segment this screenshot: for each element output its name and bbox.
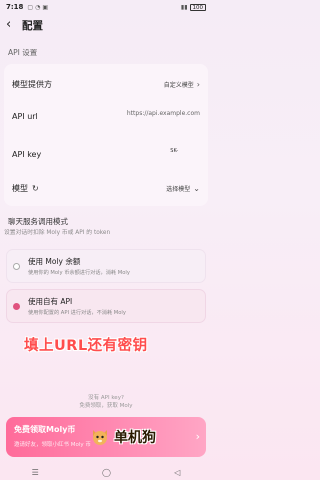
provider-value-text: 自定义模型 [163, 81, 194, 89]
option-own-api[interactable]: 使用自有 API 使用你配置的 API 进行对话，不消耗 Moly [6, 289, 206, 323]
chevron-right-icon: › [196, 79, 200, 89]
provider-value: 自定义模型 › [164, 80, 200, 89]
hint-line-2[interactable]: 免费领取，获取 Moly [0, 401, 212, 409]
screen-icon: ▣ [42, 3, 49, 11]
watermark-text: 单机狗 [114, 430, 156, 446]
hint-line-1[interactable]: 没有 API key? [0, 393, 212, 401]
model-row[interactable]: 模型 ↻ 选择模型 ⌄ [4, 174, 208, 202]
signal-icon: ▮▮ [180, 3, 188, 11]
chevron-right-icon: › [195, 430, 200, 443]
api-key-input[interactable]: SK- [170, 148, 178, 154]
page-title: 配置 [22, 19, 43, 32]
api-key-label: API key [12, 149, 42, 159]
option-desc: 使用你配置的 API 进行对话，不消耗 Moly [28, 310, 126, 316]
refresh-icon[interactable]: ↻ [32, 184, 39, 193]
status-left-icons: ▢ ◔ ▣ [27, 4, 48, 11]
status-right-icons: ▮▮ 100 [180, 3, 206, 11]
mascot-icon [93, 430, 107, 445]
model-select-text: 选择模型 [166, 185, 191, 193]
battery-icon: 100 [189, 3, 206, 11]
model-label: 模型 [12, 183, 28, 193]
option-moly-balance[interactable]: 使用 Moly 余额 使用你的 Moly 币余额进行对话，消耗 Moly [6, 249, 206, 283]
api-url-label: API url [12, 111, 38, 121]
chevron-down-icon: ⌄ [193, 183, 200, 193]
promo-desc: 邀请好友，领取小红书 Moly 币 [14, 442, 91, 448]
back-icon[interactable]: ◁ [174, 468, 180, 477]
api-url-input[interactable]: https://api.example.com [127, 110, 200, 117]
sim-icon: ▢ [27, 3, 34, 11]
chat-mode-title: 聊天服务调用模式 [8, 217, 68, 226]
api-settings-card: 模型提供方 自定义模型 › API url https://api.exampl… [4, 64, 208, 206]
option-title: 使用自有 API [28, 297, 73, 306]
option-desc: 使用你的 Moly 币余额进行对话，消耗 Moly [28, 270, 130, 276]
chat-mode-subtitle: 设置对话时扣除 Moly 币或 API 的 token [4, 230, 111, 236]
provider-label: 模型提供方 [12, 79, 52, 89]
home-icon[interactable]: ◯ [102, 468, 111, 477]
status-time: 7:18 [6, 3, 24, 11]
radio-moly-balance[interactable] [13, 262, 20, 270]
option-title: 使用 Moly 余额 [28, 257, 81, 266]
promo-title: 免费领取Moly币 [14, 425, 76, 434]
wifi-icon: ◔ [35, 3, 41, 11]
provider-row[interactable]: 模型提供方 自定义模型 › [4, 70, 208, 98]
overlay-annotation: 填上URL还有密钥 [24, 338, 148, 354]
promo-banner[interactable]: 免费领取Moly币 邀请好友，领取小红书 Moly 币 单机狗 › [6, 417, 206, 457]
system-navbar: ☰ ◯ ◁ [0, 464, 212, 480]
status-bar: 7:18 ▢ ◔ ▣ ▮▮ 100 [0, 0, 212, 14]
page-header: ‹ 配置 [0, 14, 212, 36]
api-section-title: API 设置 [8, 48, 38, 57]
radio-own-api[interactable] [13, 302, 20, 310]
api-key-row[interactable]: API key SK- [4, 140, 208, 168]
model-select[interactable]: 选择模型 ⌄ [166, 184, 200, 193]
api-url-row[interactable]: API url https://api.example.com [4, 102, 208, 130]
recent-apps-icon[interactable]: ☰ [32, 468, 39, 477]
back-arrow-icon[interactable]: ‹ [6, 18, 20, 32]
